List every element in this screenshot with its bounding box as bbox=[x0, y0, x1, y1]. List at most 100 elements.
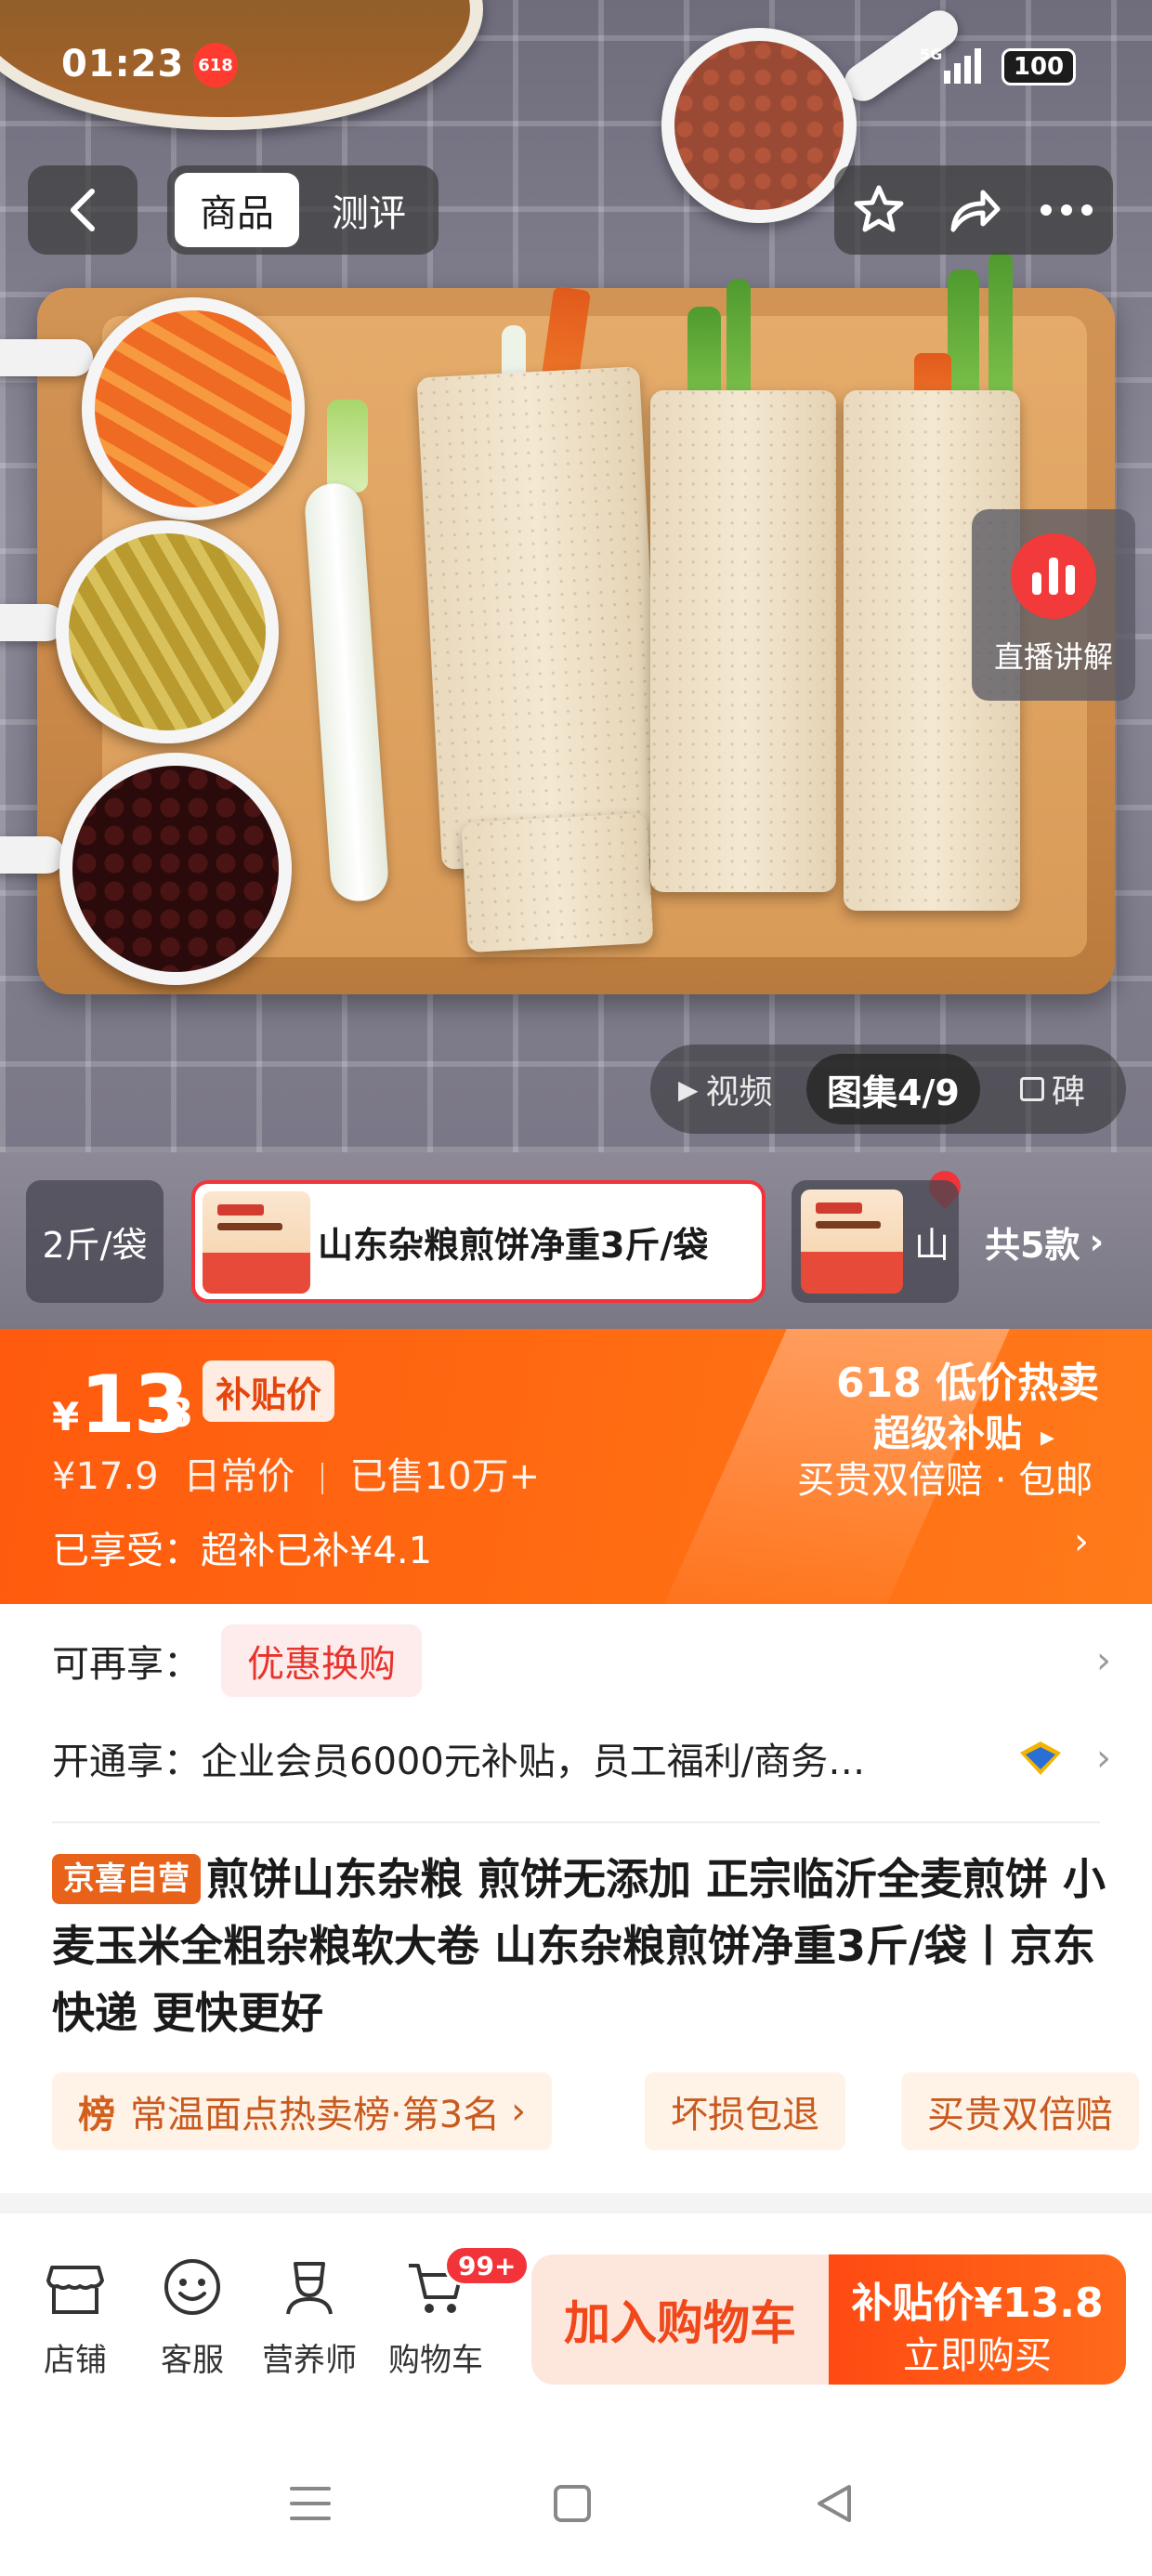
caret-right-icon: ▸ bbox=[1040, 1421, 1054, 1453]
chat-face-icon bbox=[164, 2259, 220, 2315]
scallion-greens bbox=[727, 279, 751, 409]
live-explain-button[interactable]: 直播讲解 bbox=[972, 509, 1135, 701]
media-other-tab[interactable]: 碑 bbox=[1020, 1045, 1085, 1134]
status-time: 01:23 bbox=[61, 43, 185, 85]
pancake-roll bbox=[416, 366, 665, 870]
chevron-right-icon: › bbox=[1096, 1737, 1111, 1780]
membership-label: 开通享： bbox=[52, 1741, 201, 1783]
customer-service-button[interactable]: 客服 bbox=[132, 2254, 253, 2394]
cart-label: 购物车 bbox=[388, 2342, 483, 2379]
menu-icon bbox=[290, 2487, 331, 2520]
promo-note: 买贵双倍赔 · 包邮 bbox=[797, 1459, 1093, 1502]
carrot-bowl bbox=[82, 297, 305, 520]
promo-title: 618 低价热卖 bbox=[836, 1360, 1100, 1407]
store-icon bbox=[46, 2266, 104, 2314]
section-separator bbox=[0, 2193, 1152, 2214]
media-other-label: 碑 bbox=[1052, 1073, 1086, 1111]
status-bar: 01:23 618 5G 100 bbox=[0, 37, 1152, 102]
sauce-bowl bbox=[59, 753, 292, 985]
original-price-label: 日常价 bbox=[183, 1455, 295, 1498]
back-button[interactable] bbox=[28, 165, 137, 255]
square-icon bbox=[554, 2485, 591, 2522]
membership-row[interactable]: 开通享： 企业会员6000元补贴，员工福利/商务… › bbox=[52, 1721, 1111, 1795]
subsidy-enjoyed[interactable]: 已享受：超补已补¥4.1 bbox=[52, 1520, 432, 1574]
more-icon bbox=[1041, 204, 1093, 216]
price-banner: ¥ 13 .8 补贴价 ¥17.9 日常价 已售10万+ 已享受：超补已补¥4.… bbox=[0, 1329, 1152, 1604]
damage-return-chip[interactable]: 坏损包退 bbox=[645, 2072, 845, 2150]
top-tabs: 商品 测评 bbox=[167, 165, 439, 255]
store-button[interactable]: 店铺 bbox=[15, 2254, 136, 2394]
play-icon: ▶ bbox=[678, 1073, 699, 1105]
more-button[interactable] bbox=[1039, 182, 1094, 238]
scallion-greens bbox=[327, 400, 368, 493]
variant-count-label: 共5款 bbox=[985, 1224, 1080, 1266]
media-video-tab[interactable]: ▶ 视频 bbox=[678, 1045, 773, 1134]
variant-chip[interactable]: 2斤/袋 bbox=[26, 1180, 164, 1303]
add-to-cart-button[interactable]: 加入购物车 bbox=[531, 2254, 829, 2385]
star-icon bbox=[854, 185, 904, 232]
live-icon bbox=[1011, 533, 1096, 619]
nutritionist-button[interactable]: 营养师 bbox=[249, 2254, 370, 2394]
hot-rank-chip[interactable]: 榜 常温面点热卖榜·第3名 › bbox=[52, 2072, 553, 2150]
self-operated-tag: 京喜自营 bbox=[52, 1853, 201, 1904]
triangle-back-icon bbox=[818, 2485, 851, 2522]
back-nav-button[interactable] bbox=[806, 2476, 862, 2531]
media-gallery-tab[interactable]: 图集4/9 bbox=[806, 1054, 980, 1124]
price-decimal: .8 bbox=[151, 1390, 193, 1436]
product-tags: 榜 常温面点热卖榜·第3名 › 坏损包退 买贵双倍赔 bbox=[52, 2072, 1152, 2150]
price-currency: ¥ bbox=[52, 1394, 80, 1439]
bowl-handle bbox=[0, 339, 93, 376]
pancake-roll-base bbox=[461, 812, 654, 953]
live-label: 直播讲解 bbox=[993, 639, 1113, 675]
chevron-right-icon: › bbox=[1096, 1639, 1111, 1682]
product-title-text: 煎饼山东杂粮 煎饼无添加 正宗临沂全麦煎饼 小麦玉米全粗杂粮软大卷 山东杂粮煎饼… bbox=[52, 1854, 1106, 2038]
network-type: 5G bbox=[920, 46, 942, 63]
extra-benefit-label: 可再享： bbox=[52, 1643, 201, 1686]
buy-now-button[interactable]: 补贴价¥13.8 立即购买 bbox=[829, 2254, 1126, 2385]
variant-count-button[interactable]: 共5款 › bbox=[985, 1180, 1104, 1303]
chevron-right-icon: › bbox=[1089, 1221, 1105, 1262]
variant-label: 山 bbox=[914, 1224, 950, 1266]
tab-review[interactable]: 测评 bbox=[307, 173, 431, 247]
system-navigation-bar bbox=[0, 2418, 1152, 2576]
sold-count: 已售10万+ bbox=[349, 1455, 541, 1498]
favorite-button[interactable] bbox=[851, 182, 907, 238]
divider bbox=[321, 1463, 323, 1494]
pancake-roll bbox=[650, 390, 836, 892]
square-icon bbox=[1020, 1077, 1044, 1101]
buy-now-label: 立即购买 bbox=[903, 2334, 1052, 2377]
variant-thumbnail bbox=[801, 1189, 903, 1294]
scallion-greens bbox=[988, 251, 1013, 409]
hot-rank-label: 常温面点热卖榜·第3名 bbox=[130, 2094, 501, 2136]
chef-icon bbox=[286, 2262, 333, 2315]
share-button[interactable] bbox=[946, 182, 1001, 238]
tab-product[interactable]: 商品 bbox=[175, 173, 299, 247]
chevron-right-icon[interactable]: › bbox=[1074, 1520, 1089, 1563]
media-switcher: ▶ 视频 图集4/9 碑 bbox=[650, 1045, 1126, 1134]
app-badge-618: 618 bbox=[193, 43, 238, 87]
nutritionist-label: 营养师 bbox=[262, 2342, 357, 2379]
section-divider bbox=[52, 1821, 1100, 1823]
cart-count-badge: 99+ bbox=[444, 2245, 530, 2286]
product-title: 京喜自营 煎饼山东杂粮 煎饼无添加 正宗临沂全麦煎饼 小麦玉米全粗杂粮软大卷 山东… bbox=[52, 1846, 1120, 2046]
menu-button[interactable] bbox=[282, 2476, 338, 2531]
variant-chip-selected[interactable]: 山东杂粮煎饼净重3斤/袋 bbox=[191, 1163, 968, 1303]
chevron-left-icon bbox=[71, 189, 95, 231]
subsidy-price-tag: 补贴价 bbox=[203, 1360, 335, 1422]
home-button[interactable] bbox=[544, 2476, 600, 2531]
cart-button[interactable]: 99+ 购物车 bbox=[375, 2245, 530, 2394]
signal-icon: 5G bbox=[920, 46, 981, 84]
extra-benefit-row[interactable]: 可再享： 优惠换购 › bbox=[52, 1619, 1111, 1702]
pickle-bowl bbox=[56, 520, 279, 743]
price-original-row: ¥17.9 日常价 已售10万+ bbox=[52, 1446, 540, 1500]
variant-chip[interactable]: 山 bbox=[792, 1180, 959, 1303]
buy-now-price: 补贴价¥13.8 bbox=[851, 2280, 1104, 2327]
bottom-action-bar: 店铺 客服 营养师 99+ 购物车 加入购物车 补贴价¥13.8 立即购买 bbox=[0, 2214, 1152, 2418]
media-video-label: 视频 bbox=[705, 1073, 773, 1111]
chevron-right-icon: › bbox=[511, 2090, 527, 2133]
bowl-handle bbox=[0, 836, 65, 874]
double-compensation-chip[interactable]: 买贵双倍赔 bbox=[901, 2072, 1139, 2150]
membership-text: 企业会员6000元补贴，员工福利/商务… bbox=[201, 1741, 866, 1783]
trade-in-pill[interactable]: 优惠换购 bbox=[221, 1624, 422, 1697]
top-actions bbox=[834, 165, 1113, 255]
